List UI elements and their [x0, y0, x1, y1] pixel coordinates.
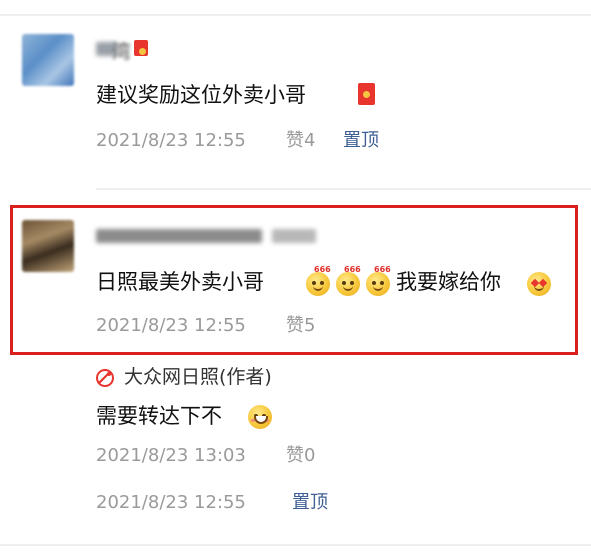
avatar[interactable]	[22, 220, 74, 272]
media-logo-icon	[96, 369, 114, 387]
top-divider	[0, 14, 591, 16]
bottom-divider	[0, 544, 591, 546]
comment-text-suffix: 我要嫁给你	[396, 270, 501, 294]
avatar[interactable]	[22, 34, 74, 86]
comment-timestamp: 2021/8/23 12:55	[96, 492, 246, 513]
red-envelope-icon	[358, 83, 375, 105]
pin-button[interactable]: 置顶	[292, 492, 328, 514]
pin-button[interactable]: 置顶	[343, 130, 379, 152]
reply-text: 需要转达下不	[96, 404, 222, 428]
666-face-icon: 666	[306, 265, 331, 296]
heart-eyes-face-icon	[527, 272, 551, 296]
reply-author[interactable]: 大众网日照(作者)	[124, 365, 272, 389]
comment-divider	[96, 188, 591, 190]
like-count[interactable]: 赞5	[286, 315, 315, 337]
username-suffix: 湾	[112, 41, 132, 63]
like-count[interactable]: 赞4	[286, 130, 315, 152]
like-count[interactable]: 赞0	[286, 445, 315, 467]
666-face-icon: 666	[366, 265, 391, 296]
reply-timestamp: 2021/8/23 13:03	[96, 445, 246, 466]
grinning-face-icon	[248, 405, 272, 429]
comment-text: 日照最美外卖小哥	[96, 270, 264, 294]
666-face-icon: 666	[336, 265, 361, 296]
comment-timestamp: 2021/8/23 12:55	[96, 130, 246, 151]
user-badge-blurred	[272, 229, 316, 243]
comment-text: 建议奖励这位外卖小哥	[96, 83, 306, 107]
username-blurred[interactable]	[96, 229, 262, 243]
red-envelope-icon	[134, 40, 148, 56]
comment-timestamp: 2021/8/23 12:55	[96, 315, 246, 336]
